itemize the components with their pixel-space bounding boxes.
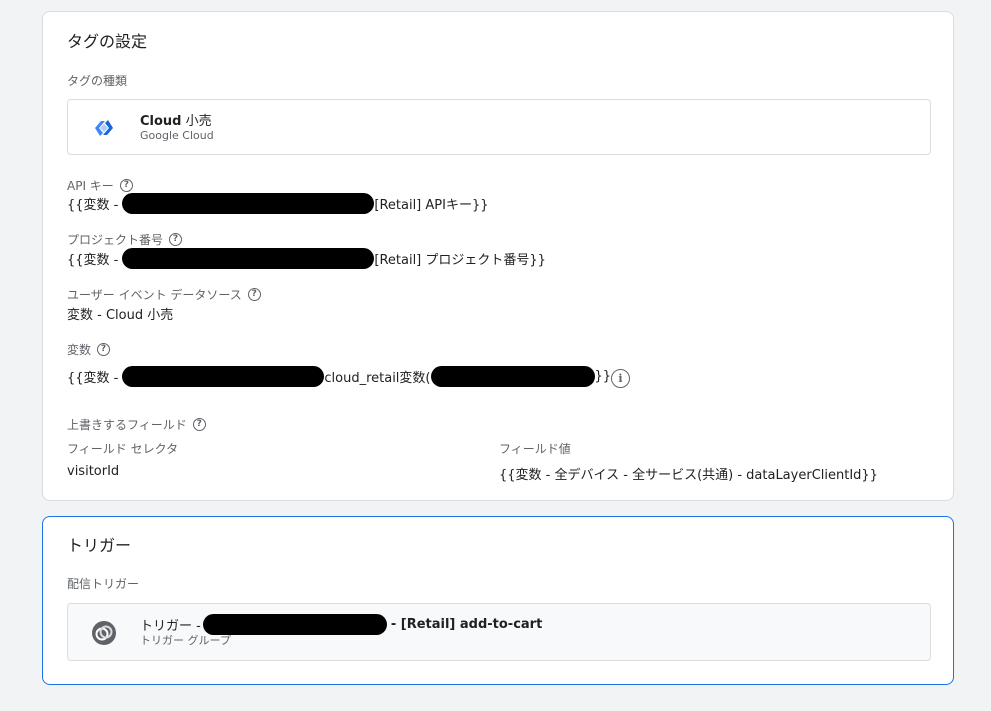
tag-type-tile[interactable]: Cloud 小売 Google Cloud [67,99,931,155]
trigger-subtitle: トリガー グループ [140,634,231,647]
project-number-value: {{変数 - [Retail] プロジェクト番号}} [67,248,546,269]
trigger-tile[interactable]: トリガー - - [Retail] add-to-cart トリガー グループ [67,603,931,661]
override-fields-label: 上書きするフィールド ? [67,416,206,433]
override-field-selector: visitorId [67,464,120,479]
help-icon[interactable]: ? [119,179,133,192]
google-cloud-retail-icon [92,116,116,140]
redaction-mark [122,248,375,269]
help-icon[interactable]: ? [247,288,261,301]
help-icon[interactable]: ? [192,418,206,431]
variable-label: 変数 ? [67,341,111,358]
triggers-title: トリガー [67,536,132,555]
tag-type-provider: Google Cloud [140,129,214,142]
tag-type-label: タグの種類 [67,74,128,88]
redaction-mark [430,366,595,387]
firing-triggers-label: 配信トリガー [67,577,140,591]
user-event-source-value: 変数 - Cloud 小売 [67,308,174,323]
api-key-label: API キー ? [67,177,133,194]
redaction-mark [122,193,375,214]
trigger-group-icon [92,621,116,645]
redaction-mark [122,366,325,387]
help-icon[interactable]: ? [169,233,183,246]
field-selector-column-header: フィールド セレクタ [67,442,179,456]
triggers-card[interactable]: トリガー 配信トリガー トリガー - - [Retail] add-to-car… [42,516,954,685]
tag-type-name: Cloud 小売 [140,114,212,129]
tag-configuration-card[interactable]: タグの設定 タグの種類 Cloud 小売 Google Cloud API キー… [42,11,954,501]
user-event-source-label: ユーザー イベント データソース ? [67,286,261,303]
api-key-value: {{変数 - [Retail] APIキー}} [67,193,489,214]
override-field-value: {{変数 - 全デバイス - 全サービス(共通) - dataLayerClie… [499,468,878,483]
help-icon[interactable]: ? [97,343,111,356]
field-value-column-header: フィールド値 [499,442,571,456]
tag-configuration-title: タグの設定 [67,32,148,51]
project-number-label: プロジェクト番号 ? [67,231,183,248]
variable-value: {{変数 - cloud_retail変数( }} [67,366,611,387]
info-icon[interactable]: i [611,369,630,388]
